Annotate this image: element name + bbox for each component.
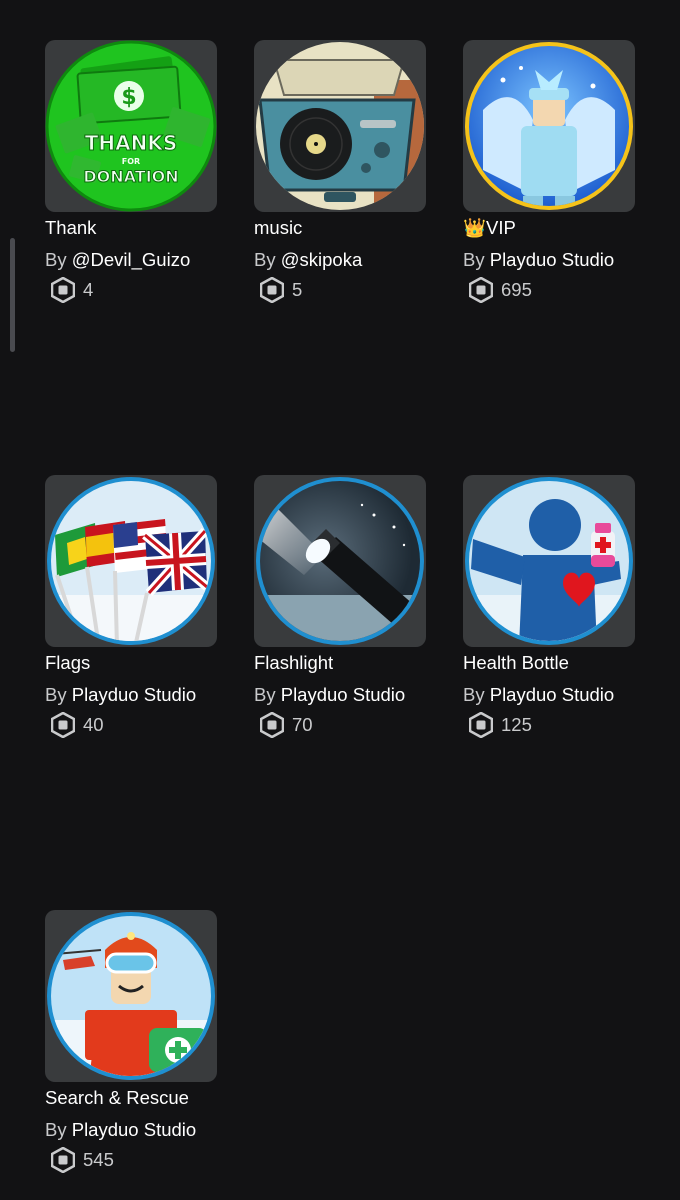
robux-icon bbox=[51, 1147, 75, 1173]
by-label: By bbox=[254, 249, 276, 270]
by-label: By bbox=[45, 249, 67, 270]
robux-icon bbox=[260, 712, 284, 738]
price-value: 695 bbox=[501, 279, 532, 300]
gamepass-card-music[interactable]: music By @skipoka 5 bbox=[254, 40, 434, 303]
gamepass-name: Health Bottle bbox=[463, 652, 569, 673]
gamepass-name: Thank bbox=[45, 217, 97, 238]
by-label: By bbox=[463, 684, 485, 705]
rescue-avatar-icon bbox=[45, 910, 217, 1082]
gamepass-name: music bbox=[254, 217, 303, 238]
creator-name[interactable]: Playduo Studio bbox=[281, 684, 405, 705]
health-bottle-icon bbox=[463, 475, 635, 647]
scrollbar[interactable] bbox=[10, 238, 15, 352]
thanks-text: THANKS bbox=[85, 131, 178, 155]
gamepass-creator: By Playduo Studio bbox=[463, 682, 643, 708]
robux-icon bbox=[51, 277, 75, 303]
record-player-icon bbox=[254, 40, 426, 212]
gamepass-price: 125 bbox=[463, 712, 643, 738]
robux-icon bbox=[469, 277, 493, 303]
robux-icon bbox=[469, 712, 493, 738]
thanks-for-donation-icon: $ THANKS FOR DONATION bbox=[45, 40, 217, 212]
gamepass-price: 4 bbox=[45, 277, 225, 303]
creator-name[interactable]: Playduo Studio bbox=[72, 1119, 196, 1140]
by-label: By bbox=[45, 1119, 67, 1140]
gamepass-name: Search & Rescue bbox=[45, 1087, 189, 1108]
gamepass-creator: By @skipoka bbox=[254, 247, 434, 273]
gamepass-price: 5 bbox=[254, 277, 434, 303]
gamepass-price: 695 bbox=[463, 277, 643, 303]
creator-name[interactable]: @Devil_Guizo bbox=[72, 249, 191, 270]
gamepass-creator: By Playduo Studio bbox=[254, 682, 434, 708]
robux-icon bbox=[260, 277, 284, 303]
robux-icon bbox=[51, 712, 75, 738]
gamepass-card-thank[interactable]: $ THANKS FOR DONATION Thank By @Devil_Gu… bbox=[45, 40, 225, 303]
for-text: FOR bbox=[122, 157, 140, 166]
gamepass-name: 👑VIP bbox=[463, 217, 516, 238]
flags-icon bbox=[45, 475, 217, 647]
creator-name[interactable]: Playduo Studio bbox=[490, 684, 614, 705]
gamepass-card-flashlight[interactable]: Flashlight By Playduo Studio 70 bbox=[254, 475, 434, 738]
gamepass-name: Flashlight bbox=[254, 652, 334, 673]
donation-text: DONATION bbox=[83, 167, 178, 186]
price-value: 70 bbox=[292, 714, 313, 735]
gamepass-card-search-rescue[interactable]: Search & Rescue By Playduo Studio 545 bbox=[45, 910, 225, 1173]
gamepass-creator: By Playduo Studio bbox=[45, 682, 225, 708]
gamepass-creator: By Playduo Studio bbox=[45, 1117, 225, 1143]
creator-name[interactable]: Playduo Studio bbox=[72, 684, 196, 705]
price-value: 4 bbox=[83, 279, 94, 300]
price-value: 40 bbox=[83, 714, 104, 735]
gamepass-price: 70 bbox=[254, 712, 434, 738]
vip-avatar-icon bbox=[463, 40, 635, 212]
creator-name[interactable]: @skipoka bbox=[281, 249, 363, 270]
creator-name[interactable]: Playduo Studio bbox=[490, 249, 614, 270]
price-value: 5 bbox=[292, 279, 303, 300]
dollar-symbol-text: $ bbox=[121, 85, 136, 110]
price-value: 545 bbox=[83, 1149, 114, 1170]
price-value: 125 bbox=[501, 714, 532, 735]
gamepass-price: 545 bbox=[45, 1147, 225, 1173]
by-label: By bbox=[463, 249, 485, 270]
by-label: By bbox=[254, 684, 276, 705]
gamepass-name: Flags bbox=[45, 652, 91, 673]
gamepass-card-vip[interactable]: 👑VIP By Playduo Studio 695 bbox=[463, 40, 643, 303]
by-label: By bbox=[45, 684, 67, 705]
gamepass-price: 40 bbox=[45, 712, 225, 738]
game-pass-list: $ THANKS FOR DONATION Thank By @Devil_Gu… bbox=[0, 0, 680, 1200]
gamepass-creator: By Playduo Studio bbox=[463, 247, 643, 273]
gamepass-card-health-bottle[interactable]: Health Bottle By Playduo Studio 125 bbox=[463, 475, 643, 738]
gamepass-creator: By @Devil_Guizo bbox=[45, 247, 225, 273]
flashlight-icon bbox=[254, 475, 426, 647]
gamepass-card-flags[interactable]: Flags By Playduo Studio 40 bbox=[45, 475, 225, 738]
